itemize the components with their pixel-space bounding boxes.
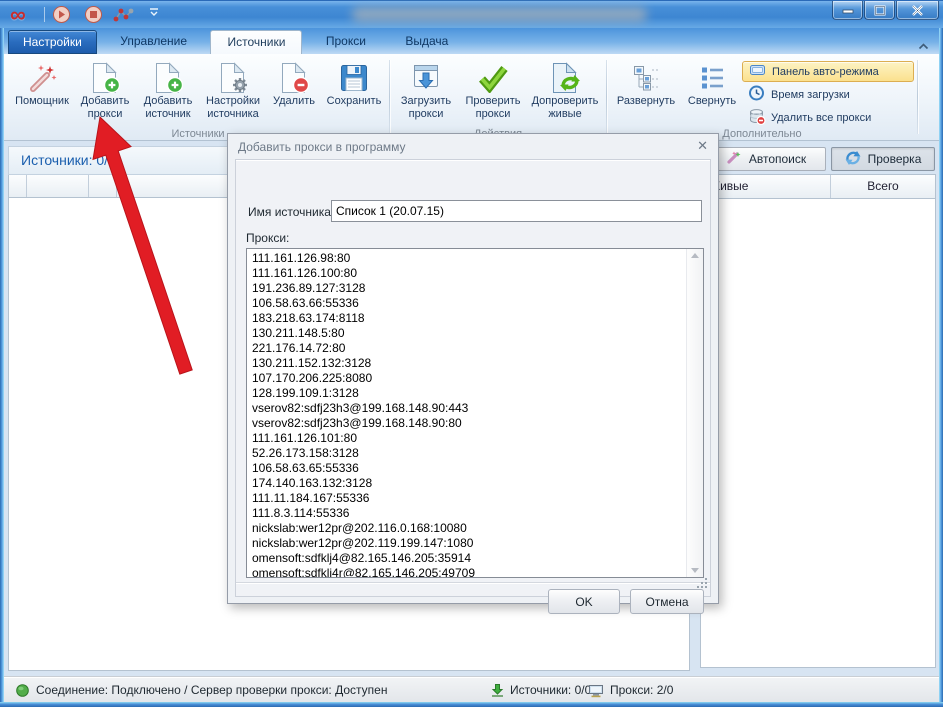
ribbon-tab-strip: Настройки Управление Источники Прокси Вы… (0, 28, 943, 54)
ok-button[interactable]: OK (548, 589, 620, 614)
proxies-label: Прокси: (246, 231, 289, 245)
dialog-title: Добавить прокси в программу (238, 140, 406, 154)
dialog-close-icon[interactable]: ✕ (697, 138, 708, 154)
maximize-button[interactable] (864, 1, 895, 20)
magic-wand-icon (26, 61, 58, 95)
source-name-label: Имя источника (248, 205, 331, 219)
proxy-list-input[interactable] (247, 249, 687, 577)
minimize-button[interactable] (832, 1, 863, 20)
green-check-icon (477, 61, 509, 95)
sources-table-header-cell[interactable] (9, 175, 27, 197)
divider (236, 582, 710, 583)
connection-status-icon (16, 684, 29, 700)
window-title-redacted (352, 7, 647, 22)
refresh-icon (845, 150, 861, 169)
resize-grip[interactable] (696, 576, 708, 594)
clock-icon (748, 85, 766, 104)
load-proxies-button[interactable]: Загрузить прокси (393, 58, 459, 128)
auto-mode-panel-button[interactable]: Панель авто-режима (742, 61, 914, 82)
tab-output[interactable]: Выдача (389, 30, 464, 54)
ribbon-small-button-stack: Панель авто-режима Время загрузки Удалит… (742, 58, 914, 128)
scroll-up-icon[interactable] (691, 253, 699, 258)
divider (44, 7, 45, 22)
tab-management[interactable]: Управление (104, 30, 203, 54)
collapse-ribbon-icon[interactable] (918, 37, 929, 55)
status-bar: Соединение: Подключено / Сервер проверки… (4, 676, 939, 702)
dialog-body: Имя источника Прокси: OK Отмена (235, 159, 711, 597)
document-remove-icon (279, 61, 309, 95)
proxies-count-icon (588, 683, 604, 701)
tree-expand-icon (630, 61, 662, 95)
checker-table-header: Живые Всего (700, 174, 936, 199)
app-window: ∞ Настройки Управление (0, 0, 943, 707)
sources-table-header-cell[interactable] (89, 175, 117, 197)
window-border (939, 28, 943, 707)
window-border (0, 702, 943, 707)
delete-all-proxies-button[interactable]: Удалить все прокси (742, 107, 914, 128)
source-name-input[interactable] (331, 200, 702, 222)
quick-access-dropdown-icon[interactable] (148, 5, 167, 24)
ribbon-group-extra: Развернуть Свернуть Панель авто-режима В… (608, 56, 916, 140)
proxy-list-field (246, 248, 704, 578)
sources-table-header-cell[interactable] (27, 175, 89, 197)
sources-count-icon (490, 683, 505, 701)
check-button[interactable]: Проверка (831, 147, 935, 171)
magic-wand-icon (726, 150, 742, 168)
list-collapse-icon (696, 61, 728, 95)
check-proxies-button[interactable]: Проверить прокси (459, 58, 527, 128)
load-time-button[interactable]: Время загрузки (742, 84, 914, 105)
add-proxies-button[interactable]: Добавить прокси (74, 58, 136, 128)
source-settings-button[interactable]: Настройки источника (200, 58, 266, 128)
ribbon-group-divider (606, 60, 607, 134)
proxies-count-text: Прокси: 2/0 (610, 683, 673, 697)
panel-icon (749, 62, 767, 81)
stop-button[interactable] (84, 5, 103, 24)
save-button[interactable]: Сохранить (322, 58, 386, 128)
floppy-disk-icon (339, 61, 369, 95)
titlebar: ∞ (0, 0, 943, 28)
ribbon-group-sources: Помощник Добавить прокси Добавить источн… (8, 56, 388, 140)
ribbon-group-divider (389, 60, 390, 134)
document-gear-icon (218, 61, 248, 95)
scroll-down-icon[interactable] (691, 568, 699, 573)
ribbon: Помощник Добавить прокси Добавить источн… (4, 54, 939, 141)
checker-panel: Автопоиск Проверка Живые Всего (700, 146, 936, 672)
download-window-icon (410, 61, 442, 95)
network-nodes-icon[interactable] (112, 5, 136, 24)
add-proxies-dialog: Добавить прокси в программу ✕ Имя источн… (227, 133, 719, 604)
document-add-icon (90, 61, 120, 95)
tab-proxies[interactable]: Прокси (310, 30, 382, 54)
window-border (0, 28, 4, 707)
column-header-alive[interactable]: Живые (701, 175, 831, 198)
app-logo-infinity-icon: ∞ (10, 2, 26, 28)
start-button[interactable] (52, 5, 71, 24)
sources-count-text: Источники: 0/0 (510, 683, 591, 697)
expand-tree-button[interactable]: Развернуть (610, 58, 682, 128)
database-remove-icon (748, 108, 766, 128)
tab-sources[interactable]: Источники (210, 30, 302, 54)
document-add-icon (153, 61, 183, 95)
checker-table-body[interactable] (700, 199, 936, 668)
cancel-button[interactable]: Отмена (630, 589, 704, 614)
add-source-button[interactable]: Добавить источник (136, 58, 200, 128)
ribbon-group-divider (917, 60, 918, 134)
collapse-tree-button[interactable]: Свернуть (682, 58, 742, 128)
tab-settings[interactable]: Настройки (8, 30, 97, 54)
scrollbar[interactable] (686, 249, 703, 577)
ribbon-group-actions: Загрузить прокси Проверить прокси Допров… (391, 56, 605, 140)
document-refresh-icon (550, 61, 580, 95)
autosearch-button[interactable]: Автопоиск (706, 147, 826, 171)
column-header-total[interactable]: Всего (831, 175, 935, 198)
connection-status-text: Соединение: Подключено / Сервер проверки… (36, 683, 387, 697)
delete-button[interactable]: Удалить (266, 58, 322, 128)
helper-button[interactable]: Помощник (10, 58, 74, 128)
close-button[interactable] (896, 1, 939, 20)
recheck-alive-button[interactable]: Допроверить живые (527, 58, 603, 128)
